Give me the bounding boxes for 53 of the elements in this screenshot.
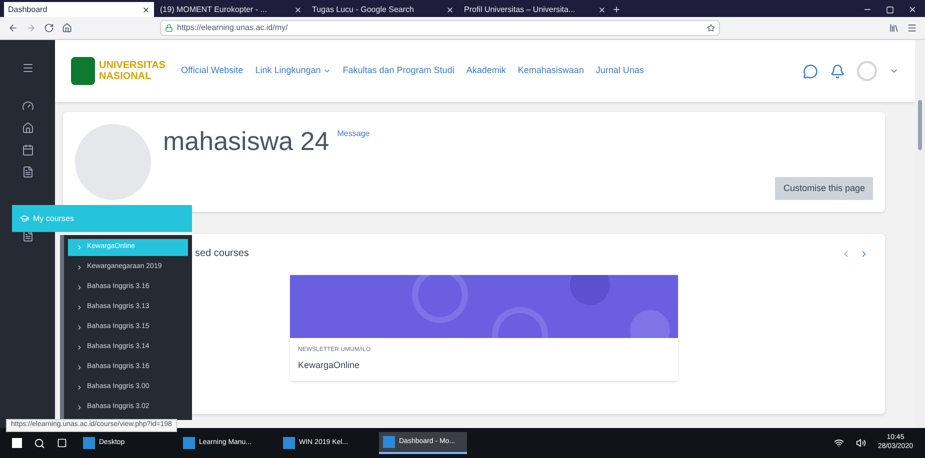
caret-icon [322,67,331,75]
dashboard-icon[interactable] [22,100,34,112]
volume-icon[interactable] [856,438,866,448]
chevron-icon [76,304,83,311]
notifications-icon[interactable] [830,64,845,78]
reload-icon[interactable] [44,23,54,33]
files-icon[interactable] [22,166,34,178]
scrollbar-thumb[interactable] [918,100,922,150]
start-icon[interactable] [12,438,22,448]
chevron-icon [76,264,83,271]
browser-tab[interactable]: Dashboard [4,2,154,17]
message-link[interactable]: Message [337,128,370,140]
bookmark-icon[interactable] [707,24,715,32]
browser-tab[interactable]: Tugas Lucu - Google Search [308,2,458,17]
nav-link[interactable]: Fakultas dan Program Studi [342,64,454,78]
chevron-icon [76,404,83,411]
chevron-icon [76,244,83,251]
close-icon[interactable] [142,6,150,14]
chevron-icon [76,284,83,291]
nav-link[interactable]: Link Lingkungan [255,64,331,78]
course-name: KewargaOnline [298,359,361,372]
nav-link[interactable]: Official Website [181,64,244,78]
home-icon[interactable] [22,122,34,134]
section-title: sed courses [195,247,249,261]
library-icon[interactable] [889,23,899,33]
task-view-icon[interactable] [57,438,67,448]
maximize-icon[interactable] [886,6,894,14]
logo-emblem-icon [71,57,95,85]
address-bar[interactable]: https://elearning.unas.ac.id/my/ [160,20,720,36]
messages-icon[interactable] [803,64,818,78]
menu-icon[interactable] [22,62,34,74]
calendar-icon[interactable] [22,144,34,156]
chevron-icon [76,344,83,351]
browser-tab[interactable]: (19) MOMENT Eurokopter - ... [156,2,306,17]
home-icon[interactable] [62,23,72,33]
wifi-icon[interactable] [834,438,844,448]
browser-tab[interactable]: Profil Universitas – Universita... [460,2,610,17]
chevron-icon [76,364,83,371]
new-tab-icon[interactable] [612,5,621,14]
customise-button[interactable]: Customise this page [775,176,873,200]
courses-icon [20,214,29,223]
user-name: mahasiswa 24 [163,128,330,154]
nav-link[interactable]: Jurnal Unas [596,64,644,78]
university-logo-text: UNIVERSITAS NASIONAL [99,60,166,82]
nav-link[interactable]: Kemahasiswaan [518,64,584,78]
chevron-icon [76,384,83,391]
menu-icon[interactable] [907,23,917,33]
search-icon[interactable] [34,438,45,448]
files-icon[interactable] [22,230,34,242]
chevron-icon [76,324,83,331]
nav-link[interactable]: Akademik [466,64,506,78]
lock-icon [165,24,173,32]
back-icon[interactable] [8,23,18,33]
